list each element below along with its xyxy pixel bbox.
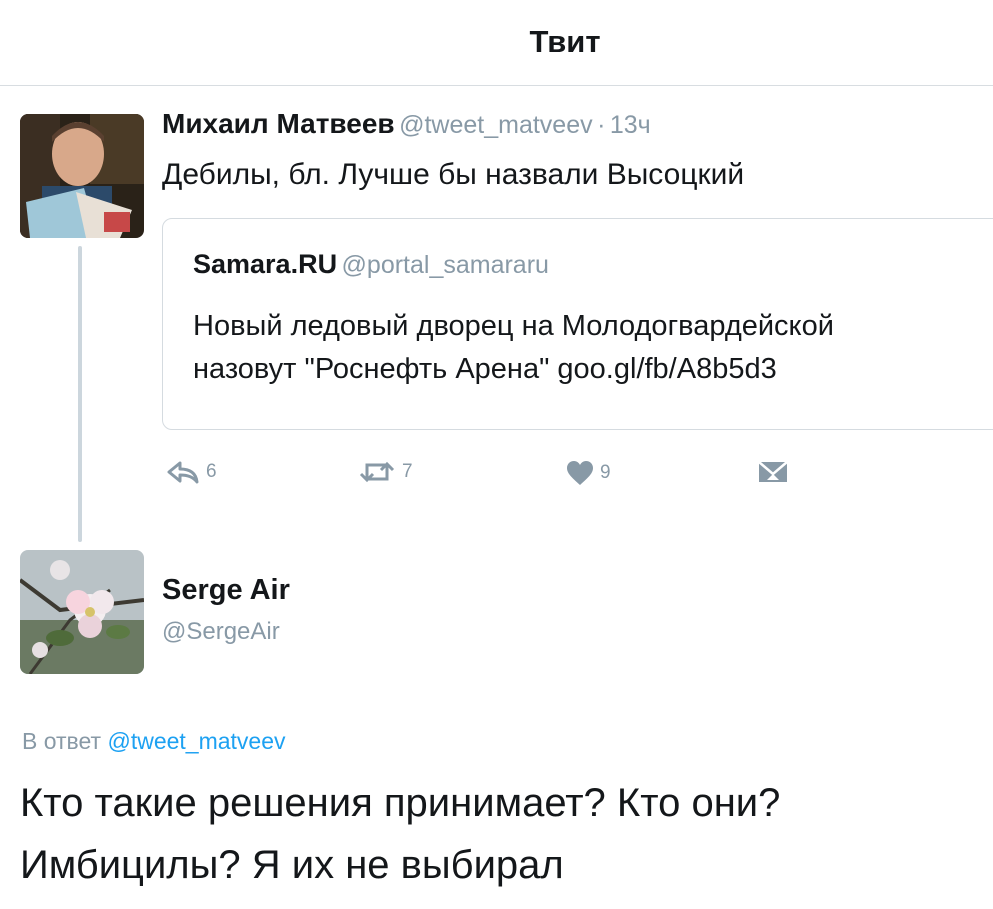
quoted-author-name: Samara.RU [193, 249, 338, 279]
quoted-author-handle: @portal_samararu [341, 251, 549, 279]
like-action[interactable]: 9 [566, 460, 611, 486]
like-count: 9 [600, 462, 611, 483]
separator-dot: · [597, 111, 606, 139]
person-reading-avatar-icon [20, 114, 144, 238]
retweet-icon [359, 461, 395, 483]
reply-author-handle[interactable]: @SergeAir [162, 618, 280, 646]
in-reply-to-link[interactable]: @tweet_matveev [107, 728, 285, 754]
reply-text-line-1: Кто такие решения принимает? Кто они? [20, 781, 781, 825]
quoted-author-line: Samara.RU @portal_samararu [193, 249, 549, 280]
retweet-action[interactable]: 7 [358, 460, 413, 484]
header-bar: Твит [0, 0, 993, 86]
tweet-time[interactable]: 13ч [610, 111, 651, 139]
apple-blossom-avatar-icon [20, 550, 144, 674]
quoted-tweet-card[interactable]: Samara.RU @portal_samararu Новый ледовый… [162, 218, 993, 430]
reply-count: 6 [206, 461, 217, 482]
avatar-author[interactable] [20, 114, 144, 238]
reply-text: Кто такие решения принимает? Кто они? Им… [20, 772, 780, 896]
author-name[interactable]: Михаил Матвеев [162, 108, 395, 139]
tweet-text: Дебилы, бл. Лучше бы назвали Высоцкий [162, 158, 745, 191]
reply-text-line-2: Имбицилы? Я их не выбирал [20, 843, 564, 887]
quoted-text-line-2: назовут "Роснефть Арена" goo.gl/fb/A8b5d… [193, 353, 777, 385]
reply-author-name[interactable]: Serge Air [162, 574, 290, 607]
tweet-author-line: Михаил Матвеев @tweet_matveev · 13ч [162, 108, 651, 140]
reply-action[interactable]: 6 [166, 460, 217, 484]
in-reply-prefix: В ответ [22, 728, 102, 754]
author-handle[interactable]: @tweet_matveev [399, 111, 593, 139]
quoted-text-line-1: Новый ледовый дворец на Молодогвардейско… [193, 310, 834, 342]
thread-connector-line [78, 246, 82, 542]
retweet-count: 7 [402, 461, 413, 482]
direct-message-icon [758, 461, 788, 482]
direct-message-action[interactable] [758, 460, 788, 484]
page-title: Твит [529, 24, 601, 59]
reply-icon [167, 461, 199, 484]
in-reply-to-line: В ответ @tweet_matveev [22, 728, 286, 755]
avatar-reply-author[interactable] [20, 550, 144, 674]
heart-icon [567, 461, 593, 485]
quoted-tweet-text: Новый ледовый дворец на Молодогвардейско… [193, 305, 834, 391]
